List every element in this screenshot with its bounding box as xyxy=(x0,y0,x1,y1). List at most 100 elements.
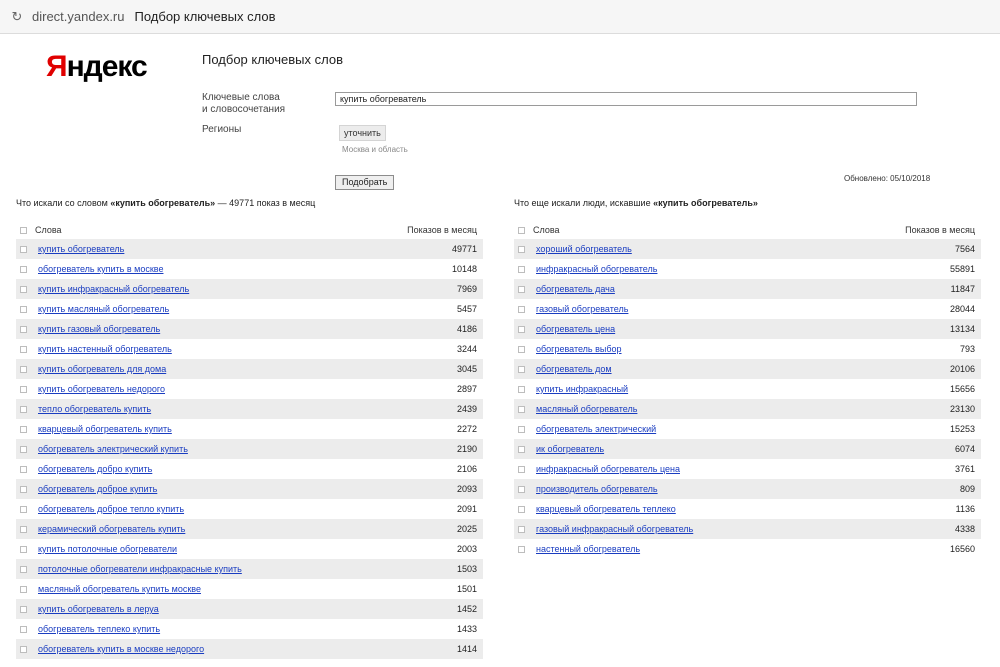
impressions-count: 15253 xyxy=(949,424,975,434)
row-checkbox[interactable] xyxy=(518,385,525,393)
row-checkbox[interactable] xyxy=(518,465,525,473)
keyword-link[interactable]: обогреватель выбор xyxy=(536,344,960,354)
row-checkbox[interactable] xyxy=(518,365,525,373)
keyword-link[interactable]: масляный обогреватель xyxy=(536,404,950,414)
keyword-link[interactable]: обогреватель электрический xyxy=(536,424,950,434)
keyword-link[interactable]: купить масляный обогреватель xyxy=(38,304,457,314)
row-checkbox[interactable] xyxy=(20,425,27,433)
keyword-link[interactable]: купить обогреватель для дома xyxy=(38,364,457,374)
left-table-rows: купить обогреватель 49771 обогреватель куп… xyxy=(16,239,483,659)
select-all-checkbox[interactable] xyxy=(20,226,27,234)
keyword-link[interactable]: настенный обогреватель xyxy=(536,544,950,554)
keyword-link[interactable]: обогреватель дача xyxy=(536,284,951,294)
reload-icon[interactable]: ↻ xyxy=(10,9,24,24)
keyword-link[interactable]: купить настенный обогреватель xyxy=(38,344,457,354)
impressions-count: 20106 xyxy=(949,364,975,374)
row-checkbox[interactable] xyxy=(518,325,525,333)
row-checkbox[interactable] xyxy=(20,325,27,333)
row-checkbox[interactable] xyxy=(518,545,525,553)
column-header-words: Слова xyxy=(533,225,560,235)
row-checkbox[interactable] xyxy=(20,585,27,593)
table-row: купить обогреватель в леруа 1452 xyxy=(16,599,483,619)
keyword-link[interactable]: купить обогреватель недорого xyxy=(38,384,457,394)
keyword-link[interactable]: потолочные обогреватели инфракрасные куп… xyxy=(38,564,457,574)
keyword-link[interactable]: обогреватель дом xyxy=(536,364,950,374)
logo-rest: ндекс xyxy=(66,50,148,83)
keyword-link[interactable]: газовый инфракрасный обогреватель xyxy=(536,524,955,534)
row-checkbox[interactable] xyxy=(518,505,525,513)
keyword-link[interactable]: купить инфракрасный обогреватель xyxy=(38,284,457,294)
keyword-link[interactable]: купить инфракрасный xyxy=(536,384,950,394)
row-checkbox[interactable] xyxy=(518,245,525,253)
keyword-link[interactable]: керамический обогреватель купить xyxy=(38,524,457,534)
row-checkbox[interactable] xyxy=(518,425,525,433)
keywords-input[interactable] xyxy=(335,92,917,106)
row-checkbox[interactable] xyxy=(20,345,27,353)
keywords-label-line1: Ключевые слова xyxy=(202,92,280,103)
row-checkbox[interactable] xyxy=(20,525,27,533)
row-checkbox[interactable] xyxy=(20,305,27,313)
left-table-header: Слова Показов в месяц xyxy=(16,222,483,238)
row-checkbox[interactable] xyxy=(20,465,27,473)
keyword-link[interactable]: инфракрасный обогреватель цена xyxy=(536,464,955,474)
row-checkbox[interactable] xyxy=(20,565,27,573)
refine-regions-button[interactable]: уточнить xyxy=(339,125,386,141)
row-checkbox[interactable] xyxy=(20,485,27,493)
row-checkbox[interactable] xyxy=(20,505,27,513)
row-checkbox[interactable] xyxy=(20,265,27,273)
right-results-panel: Что еще искали люди, искавшие «купить об… xyxy=(514,198,981,559)
keyword-link[interactable]: купить обогреватель xyxy=(38,244,452,254)
row-checkbox[interactable] xyxy=(20,545,27,553)
keyword-link[interactable]: кварцевый обогреватель купить xyxy=(38,424,457,434)
row-checkbox[interactable] xyxy=(20,245,27,253)
row-checkbox[interactable] xyxy=(20,405,27,413)
keyword-link[interactable]: обогреватель купить в москве недорого xyxy=(38,644,457,654)
table-row: масляный обогреватель 23130 xyxy=(514,399,981,419)
keyword-link[interactable]: обогреватель доброе тепло купить xyxy=(38,504,457,514)
keyword-link[interactable]: обогреватель электрический купить xyxy=(38,444,457,454)
pick-keywords-button[interactable]: Подобрать xyxy=(335,175,395,190)
impressions-count: 5457 xyxy=(456,304,477,314)
yandex-logo[interactable]: Яндекс xyxy=(46,50,148,84)
keyword-link[interactable]: обогреватель теплеко купить xyxy=(38,624,457,634)
table-row: кварцевый обогреватель купить 2272 xyxy=(16,419,483,439)
address-bar[interactable]: ↻ direct.yandex.ru Подбор ключевых слов xyxy=(0,0,1000,34)
keyword-link[interactable]: хороший обогреватель xyxy=(536,244,955,254)
impressions-count: 1414 xyxy=(456,644,477,654)
table-row: тепло обогреватель купить 2439 xyxy=(16,399,483,419)
keyword-link[interactable]: обогреватель добро купить xyxy=(38,464,457,474)
keyword-link[interactable]: обогреватель купить в москве xyxy=(38,264,452,274)
keyword-link[interactable]: обогреватель доброе купить xyxy=(38,484,457,494)
row-checkbox[interactable] xyxy=(518,405,525,413)
select-all-checkbox[interactable] xyxy=(518,226,525,234)
keyword-link[interactable]: ик обогреватель xyxy=(536,444,955,454)
keyword-link[interactable]: купить газовый обогреватель xyxy=(38,324,457,334)
row-checkbox[interactable] xyxy=(20,385,27,393)
impressions-count: 3045 xyxy=(456,364,477,374)
table-row: купить инфракрасный 15656 xyxy=(514,379,981,399)
keyword-link[interactable]: инфракрасный обогреватель xyxy=(536,264,950,274)
row-checkbox[interactable] xyxy=(20,625,27,633)
row-checkbox[interactable] xyxy=(20,645,27,653)
keyword-link[interactable]: масляный обогреватель купить москве xyxy=(38,584,457,594)
keyword-link[interactable]: кварцевый обогреватель теплеко xyxy=(536,504,956,514)
row-checkbox[interactable] xyxy=(20,365,27,373)
row-checkbox[interactable] xyxy=(518,445,525,453)
keyword-link[interactable]: обогреватель цена xyxy=(536,324,950,334)
keyword-link[interactable]: газовый обогреватель xyxy=(536,304,950,314)
row-checkbox[interactable] xyxy=(518,305,525,313)
row-checkbox[interactable] xyxy=(518,265,525,273)
row-checkbox[interactable] xyxy=(518,285,525,293)
row-checkbox[interactable] xyxy=(20,605,27,613)
right-title-prefix: Что еще искали люди, искавшие xyxy=(514,198,651,208)
keyword-link[interactable]: производитель обогреватель xyxy=(536,484,960,494)
keyword-link[interactable]: купить потолочные обогреватели xyxy=(38,544,457,554)
table-row: купить настенный обогреватель 3244 xyxy=(16,339,483,359)
row-checkbox[interactable] xyxy=(20,285,27,293)
keyword-link[interactable]: тепло обогреватель купить xyxy=(38,404,457,414)
row-checkbox[interactable] xyxy=(518,485,525,493)
row-checkbox[interactable] xyxy=(20,445,27,453)
row-checkbox[interactable] xyxy=(518,525,525,533)
row-checkbox[interactable] xyxy=(518,345,525,353)
keyword-link[interactable]: купить обогреватель в леруа xyxy=(38,604,457,614)
